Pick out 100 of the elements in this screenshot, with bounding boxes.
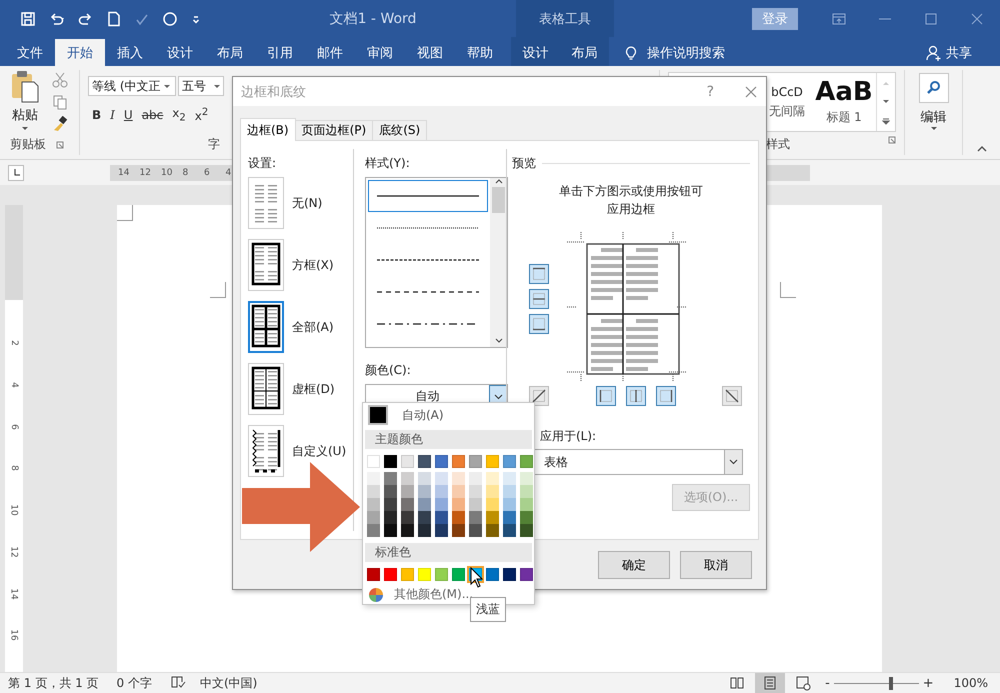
scissors-icon[interactable] [52, 72, 68, 88]
share-button[interactable]: 共享 [946, 44, 972, 62]
dropdown-caret-icon[interactable] [21, 126, 29, 131]
color-swatch[interactable] [503, 524, 516, 537]
border-toggle-button[interactable] [529, 264, 549, 284]
ribbon-tab[interactable]: 引用 [255, 39, 305, 66]
paste-label[interactable]: 粘贴 [12, 106, 38, 124]
border-toggle-button[interactable] [529, 314, 549, 334]
clipboard-icon[interactable] [10, 70, 40, 104]
circle-icon[interactable] [162, 10, 178, 26]
color-swatch[interactable] [367, 510, 380, 524]
color-swatch[interactable] [435, 472, 448, 485]
font-name-field[interactable]: 等线 (中文正 [88, 76, 176, 96]
format-painter-icon[interactable] [52, 116, 68, 132]
ribbon-tab[interactable]: 开始 [55, 39, 105, 66]
color-swatch[interactable] [486, 484, 499, 498]
color-swatch[interactable] [486, 568, 499, 581]
expand-gallery-icon[interactable] [882, 118, 890, 124]
font-format-button[interactable]: abc [142, 108, 164, 122]
color-swatch[interactable] [418, 454, 431, 468]
color-swatch[interactable] [486, 510, 499, 524]
maximize-icon[interactable] [923, 10, 939, 26]
tab-selector[interactable] [8, 164, 24, 180]
close-icon[interactable] [969, 10, 985, 26]
color-swatch[interactable] [435, 454, 448, 468]
border-toggle-button[interactable] [656, 386, 676, 406]
ribbon-tab[interactable]: 视图 [405, 39, 455, 66]
lightbulb-icon[interactable] [623, 44, 639, 60]
scroll-up-icon[interactable] [494, 178, 502, 184]
font-format-button[interactable]: I [110, 108, 115, 122]
border-toggle-button[interactable] [529, 386, 549, 406]
collapse-ribbon-icon[interactable] [976, 145, 986, 153]
close-icon[interactable] [744, 84, 758, 98]
color-swatch[interactable] [503, 498, 516, 511]
dialog-tab[interactable]: 边框(B) [240, 118, 296, 141]
color-swatch[interactable] [418, 510, 431, 524]
font-size-field[interactable]: 五号 [178, 76, 224, 96]
setting-label[interactable]: 无(N) [292, 194, 322, 212]
color-swatch[interactable] [520, 524, 533, 537]
word-count[interactable]: 0 个字 [116, 674, 152, 692]
border-toggle-button[interactable] [529, 289, 549, 309]
dialog-launcher-icon[interactable] [888, 136, 896, 144]
redo-icon[interactable] [78, 10, 94, 26]
color-swatch[interactable] [384, 568, 397, 581]
color-swatch[interactable] [418, 484, 431, 498]
color-swatch[interactable] [503, 568, 516, 581]
color-swatch[interactable] [435, 498, 448, 511]
color-swatch[interactable] [435, 524, 448, 537]
color-swatch[interactable] [401, 454, 414, 468]
color-swatch[interactable] [520, 454, 533, 468]
color-swatch[interactable] [486, 472, 499, 485]
ribbon-tab[interactable]: 设计 [155, 39, 205, 66]
color-swatch[interactable] [486, 524, 499, 537]
dialog-launcher-icon[interactable] [56, 140, 64, 148]
color-swatch[interactable] [452, 524, 465, 537]
color-swatch[interactable] [435, 510, 448, 524]
color-swatch[interactable] [384, 524, 397, 537]
proofing-book-icon[interactable] [170, 674, 186, 690]
color-swatch[interactable] [520, 472, 533, 485]
setting-label[interactable]: 全部(A) [292, 318, 334, 336]
color-swatch[interactable] [401, 510, 414, 524]
copy-icon[interactable] [52, 94, 68, 110]
tell-me-search[interactable]: 操作说明搜索 [647, 44, 725, 62]
color-swatch[interactable] [401, 472, 414, 485]
color-swatch[interactable] [503, 454, 516, 468]
border-setting-option[interactable] [248, 425, 284, 477]
editing-label[interactable]: 编辑 [920, 108, 946, 126]
color-swatch[interactable] [418, 524, 431, 537]
border-setting-option[interactable] [248, 363, 284, 415]
border-toggle-button[interactable] [596, 386, 616, 406]
language-indicator[interactable]: 中文(中国) [200, 674, 258, 692]
color-swatch[interactable] [452, 498, 465, 511]
scrollbar-thumb[interactable] [492, 187, 505, 213]
color-swatch[interactable] [367, 498, 380, 511]
cancel-button[interactable]: 取消 [680, 551, 752, 579]
color-swatch[interactable] [367, 524, 380, 537]
color-swatch[interactable] [452, 472, 465, 485]
style-gallery-item[interactable]: bCcD 无间隔 [762, 73, 812, 131]
find-button[interactable] [918, 73, 948, 103]
dropdown-caret-icon[interactable] [930, 126, 938, 131]
setting-label[interactable]: 自定义(U) [292, 442, 346, 460]
color-swatch[interactable] [469, 498, 482, 511]
style-gallery-item[interactable]: AaB 标题 1 [812, 73, 876, 131]
color-swatch[interactable] [503, 472, 516, 485]
color-swatch[interactable] [418, 498, 431, 511]
border-toggle-button[interactable] [626, 386, 646, 406]
color-swatch[interactable] [435, 484, 448, 498]
color-swatch[interactable] [367, 484, 380, 498]
font-format-button[interactable]: x$^{2}$ [194, 106, 208, 123]
dialog-tab[interactable]: 底纹(S) [372, 120, 428, 140]
view-mode-button[interactable] [755, 673, 786, 693]
color-swatch[interactable] [469, 472, 482, 485]
save-icon[interactable] [20, 10, 36, 26]
color-swatch[interactable] [384, 472, 397, 485]
color-swatch[interactable] [384, 498, 397, 511]
ribbon-tab[interactable]: 布局 [560, 39, 609, 66]
page-count[interactable]: 第 1 页，共 1 页 [8, 674, 99, 692]
ribbon-tab[interactable]: 文件 [5, 39, 55, 66]
ribbon-tab[interactable]: 布局 [205, 39, 255, 66]
zoom-in-button[interactable]: + [918, 676, 938, 690]
